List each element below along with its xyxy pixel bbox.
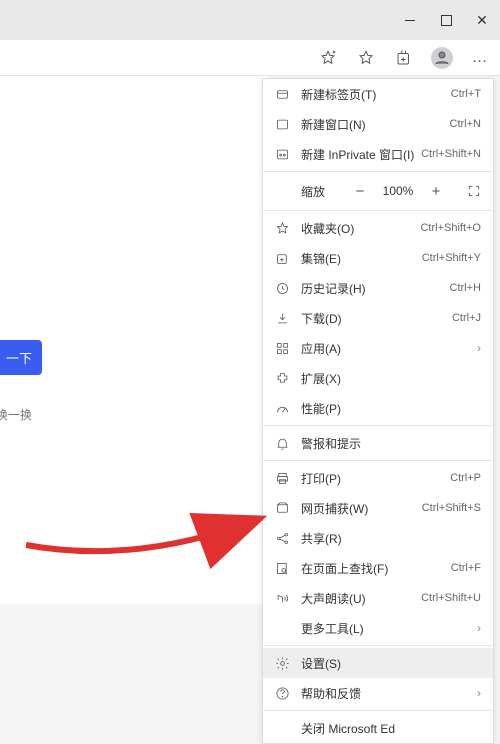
menu-label: 关闭 Microsoft Ed (301, 720, 481, 737)
menu-shortcut: Ctrl+H (450, 282, 481, 294)
extensions-icon (273, 371, 291, 386)
capture-icon (273, 501, 291, 516)
zoom-label: 缩放 (301, 183, 325, 200)
menu-separator (263, 710, 493, 711)
page-background: 一下 换一换 (0, 76, 270, 604)
menu-read-aloud[interactable]: 大声朗读(U) Ctrl+Shift+U (263, 583, 493, 613)
menu-new-tab[interactable]: 新建标签页(T) Ctrl+T (263, 79, 493, 109)
settings-menu: 新建标签页(T) Ctrl+T 新建窗口(N) Ctrl+N 新建 InPriv… (262, 78, 494, 744)
chevron-right-icon: › (477, 621, 481, 635)
fullscreen-icon[interactable] (461, 178, 487, 204)
menu-label: 更多工具(L) (301, 620, 477, 637)
menu-help[interactable]: 帮助和反馈 › (263, 678, 493, 708)
menu-label: 性能(P) (301, 400, 481, 417)
menu-performance[interactable]: 性能(P) (263, 393, 493, 423)
menu-label: 新建 InPrivate 窗口(I) (301, 146, 421, 163)
menu-label: 新建标签页(T) (301, 86, 451, 103)
menu-shortcut: Ctrl+Shift+U (421, 592, 481, 604)
menu-label: 下载(D) (301, 310, 452, 327)
collections-icon[interactable] (388, 42, 420, 74)
new-tab-icon (273, 87, 291, 102)
more-menu-button[interactable]: … (464, 42, 496, 74)
menu-favorites[interactable]: 收藏夹(O) Ctrl+Shift+O (263, 213, 493, 243)
favorites-icon[interactable] (350, 42, 382, 74)
menu-settings[interactable]: 设置(S) (263, 648, 493, 678)
menu-separator (263, 460, 493, 461)
menu-capture[interactable]: 网页捕获(W) Ctrl+Shift+S (263, 493, 493, 523)
zoom-value: 100% (381, 184, 415, 198)
menu-label: 设置(S) (301, 655, 481, 672)
menu-separator (263, 645, 493, 646)
window-controls: ✕ (392, 0, 500, 40)
menu-shortcut: Ctrl+P (450, 472, 481, 484)
search-button[interactable]: 一下 (0, 340, 42, 375)
menu-alerts[interactable]: 警报和提示 (263, 428, 493, 458)
menu-separator (263, 425, 493, 426)
menu-shortcut: Ctrl+Shift+Y (422, 252, 481, 264)
menu-shortcut: Ctrl+J (452, 312, 481, 324)
favorites-icon (273, 221, 291, 236)
history-icon (273, 281, 291, 296)
share-icon (273, 531, 291, 546)
menu-label: 收藏夹(O) (301, 220, 420, 237)
collections-icon (273, 251, 291, 266)
alerts-icon (273, 436, 291, 451)
menu-history[interactable]: 历史记录(H) Ctrl+H (263, 273, 493, 303)
browser-toolbar: … (0, 40, 500, 76)
menu-shortcut: Ctrl+T (451, 88, 481, 100)
menu-close-edge[interactable]: 关闭 Microsoft Ed (263, 713, 493, 743)
print-icon (273, 471, 291, 486)
menu-collections[interactable]: 集锦(E) Ctrl+Shift+Y (263, 243, 493, 273)
add-favorite-icon[interactable] (312, 42, 344, 74)
find-icon (273, 561, 291, 576)
menu-label: 应用(A) (301, 340, 477, 357)
new-window-icon (273, 117, 291, 132)
chevron-right-icon: › (477, 341, 481, 355)
downloads-icon (273, 311, 291, 326)
read-aloud-icon (273, 591, 291, 606)
menu-new-window[interactable]: 新建窗口(N) Ctrl+N (263, 109, 493, 139)
help-icon (273, 686, 291, 701)
menu-downloads[interactable]: 下载(D) Ctrl+J (263, 303, 493, 333)
menu-label: 历史记录(H) (301, 280, 450, 297)
menu-separator (263, 171, 493, 172)
menu-label: 扩展(X) (301, 370, 481, 387)
maximize-button[interactable] (428, 0, 464, 40)
menu-extensions[interactable]: 扩展(X) (263, 363, 493, 393)
titlebar: ✕ (0, 0, 500, 40)
menu-label: 网页捕获(W) (301, 500, 422, 517)
menu-label: 帮助和反馈 (301, 685, 477, 702)
apps-icon (273, 341, 291, 356)
menu-label: 共享(R) (301, 530, 481, 547)
menu-shortcut: Ctrl+Shift+S (422, 502, 481, 514)
zoom-out-button[interactable]: − (347, 178, 373, 204)
close-button[interactable]: ✕ (464, 0, 500, 40)
menu-more-tools[interactable]: 更多工具(L) › (263, 613, 493, 643)
menu-label: 在页面上查找(F) (301, 560, 451, 577)
menu-label: 集锦(E) (301, 250, 422, 267)
menu-apps[interactable]: 应用(A) › (263, 333, 493, 363)
menu-new-inprivate[interactable]: 新建 InPrivate 窗口(I) Ctrl+Shift+N (263, 139, 493, 169)
settings-icon (273, 656, 291, 671)
minimize-button[interactable] (392, 0, 428, 40)
performance-icon (273, 401, 291, 416)
menu-shortcut: Ctrl+F (451, 562, 481, 574)
inprivate-icon (273, 147, 291, 162)
menu-label: 打印(P) (301, 470, 450, 487)
menu-shortcut: Ctrl+Shift+O (420, 222, 481, 234)
zoom-in-button[interactable]: + (423, 178, 449, 204)
menu-label: 新建窗口(N) (301, 116, 450, 133)
chevron-right-icon: › (477, 686, 481, 700)
menu-find[interactable]: 在页面上查找(F) Ctrl+F (263, 553, 493, 583)
menu-label: 警报和提示 (301, 435, 481, 452)
menu-share[interactable]: 共享(R) (263, 523, 493, 553)
menu-separator (263, 210, 493, 211)
swap-text[interactable]: 换一换 (0, 406, 32, 423)
menu-shortcut: Ctrl+N (450, 118, 481, 130)
menu-shortcut: Ctrl+Shift+N (421, 148, 481, 160)
menu-print[interactable]: 打印(P) Ctrl+P (263, 463, 493, 493)
profile-avatar[interactable] (426, 42, 458, 74)
menu-zoom: 缩放 − 100% + (263, 174, 493, 208)
